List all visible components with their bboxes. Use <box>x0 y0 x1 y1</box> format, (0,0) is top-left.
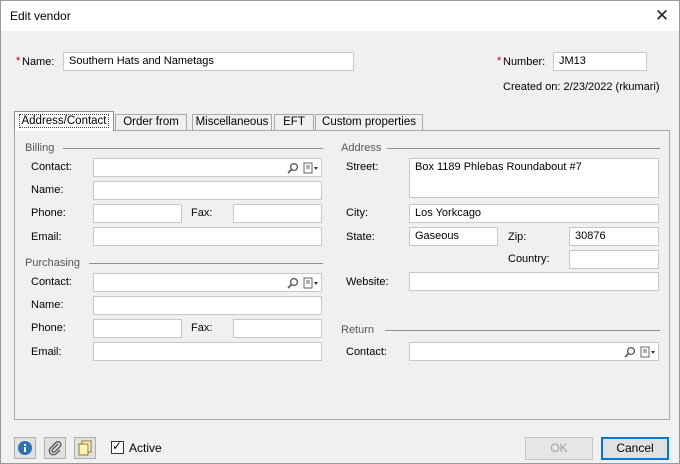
attach-button[interactable] <box>44 437 66 459</box>
vendor-number-field[interactable]: JM13 <box>553 52 647 71</box>
active-label: Active <box>129 441 162 455</box>
tab-address-contact-label: Address/Contact <box>19 114 109 128</box>
country-field[interactable] <box>569 250 659 269</box>
name-label: Name: <box>22 56 55 68</box>
country-label: Country: <box>508 253 550 265</box>
purchasing-fax-label: Fax: <box>191 322 213 334</box>
address-group-title: Address <box>341 142 382 154</box>
vendor-name-field[interactable]: Southern Hats and Nametags <box>63 52 354 71</box>
magnifier-icon[interactable] <box>287 162 299 174</box>
zip-field[interactable]: 30876 <box>569 227 659 246</box>
edit-vendor-dialog: Edit vendor ✕ * Name: Southern Hats and … <box>0 0 680 464</box>
purchasing-group-title: Purchasing <box>25 257 81 269</box>
website-field[interactable] <box>409 272 659 291</box>
return-contact-label: Contact: <box>346 346 387 358</box>
magnifier-icon[interactable] <box>624 346 636 358</box>
state-field[interactable]: Gaseous <box>409 227 498 246</box>
notes-icon <box>78 440 92 456</box>
ok-button[interactable]: OK <box>525 437 593 460</box>
created-on-text: Created on: 2/23/2022 (rkumari) <box>503 81 660 93</box>
purchasing-name-field[interactable] <box>93 296 322 315</box>
cancel-button[interactable]: Cancel <box>601 437 669 460</box>
return-contact-tools <box>624 345 656 358</box>
notes-button[interactable] <box>74 437 96 459</box>
billing-contact-label: Contact: <box>31 161 72 173</box>
purchasing-email-label: Email: <box>31 346 62 358</box>
active-check-mark: ✓ <box>112 439 123 453</box>
address-card-dropdown-icon[interactable] <box>303 162 319 174</box>
purchasing-divider <box>89 263 323 264</box>
close-icon[interactable]: ✕ <box>649 3 675 29</box>
paperclip-icon <box>48 441 62 456</box>
address-divider <box>387 148 660 149</box>
purchasing-contact-label: Contact: <box>31 276 72 288</box>
billing-divider <box>63 148 323 149</box>
purchasing-contact-field[interactable] <box>93 273 322 292</box>
return-contact-field[interactable] <box>409 342 659 361</box>
title-bar: Edit vendor ✕ <box>1 1 679 31</box>
name-required-mark: * <box>16 55 21 67</box>
purchasing-contact-tools <box>287 276 319 289</box>
address-card-dropdown-icon[interactable] <box>640 346 656 358</box>
purchasing-phone-field[interactable] <box>93 319 182 338</box>
billing-contact-tools <box>287 161 319 174</box>
billing-group-title: Billing <box>25 142 55 154</box>
address-card-dropdown-icon[interactable] <box>303 277 319 289</box>
billing-name-label: Name: <box>31 184 64 196</box>
tab-miscellaneous[interactable]: Miscellaneous <box>192 114 272 131</box>
info-button[interactable] <box>14 437 36 459</box>
return-divider <box>385 330 660 331</box>
billing-fax-field[interactable] <box>233 204 322 223</box>
billing-name-field[interactable] <box>93 181 322 200</box>
return-group-title: Return <box>341 324 375 336</box>
active-checkbox[interactable]: ✓ <box>111 439 124 454</box>
billing-email-label: Email: <box>31 231 62 243</box>
purchasing-fax-field[interactable] <box>233 319 322 338</box>
city-label: City: <box>346 207 368 219</box>
street-label: Street: <box>346 161 379 173</box>
number-label: Number: <box>503 56 546 68</box>
purchasing-phone-label: Phone: <box>31 322 66 334</box>
tab-custom-properties[interactable]: Custom properties <box>315 114 423 131</box>
website-label: Website: <box>346 276 389 288</box>
billing-contact-field[interactable] <box>93 158 322 177</box>
number-required-mark: * <box>497 55 502 67</box>
tab-eft[interactable]: EFT <box>274 114 314 131</box>
street-field[interactable]: Box 1189 Phlebas Roundabout #7 <box>409 158 659 198</box>
purchasing-email-field[interactable] <box>93 342 322 361</box>
zip-label: Zip: <box>508 231 527 243</box>
billing-phone-field[interactable] <box>93 204 182 223</box>
state-label: State: <box>346 231 375 243</box>
purchasing-name-label: Name: <box>31 299 64 311</box>
billing-email-field[interactable] <box>93 227 322 246</box>
tab-address-contact[interactable]: Address/Contact <box>14 111 114 131</box>
magnifier-icon[interactable] <box>287 277 299 289</box>
city-field[interactable]: Los Yorkcago <box>409 204 659 223</box>
info-icon <box>18 441 32 455</box>
dialog-title: Edit vendor <box>10 9 71 23</box>
billing-phone-label: Phone: <box>31 207 66 219</box>
tab-order-from[interactable]: Order from <box>115 114 187 131</box>
billing-fax-label: Fax: <box>191 207 213 219</box>
